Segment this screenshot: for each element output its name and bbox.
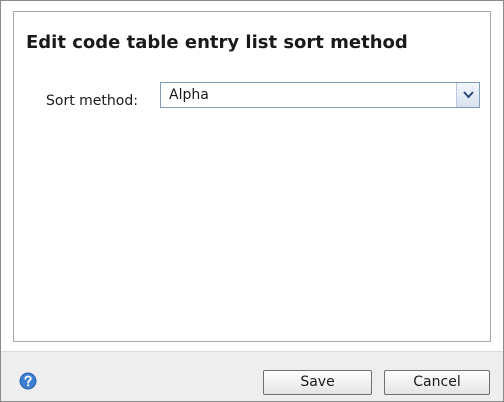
cancel-button[interactable]: Cancel xyxy=(384,370,490,395)
edit-sort-method-dialog: Edit code table entry list sort method S… xyxy=(0,0,504,402)
dialog-footer: Save Cancel xyxy=(1,351,503,401)
sort-method-selected-value: Alpha xyxy=(169,87,209,103)
dialog-title: Edit code table entry list sort method xyxy=(26,32,408,53)
sort-method-label: Sort method: xyxy=(46,93,138,109)
save-button[interactable]: Save xyxy=(263,370,372,395)
sort-method-select[interactable]: Alpha xyxy=(160,82,480,108)
dialog-content-panel: Edit code table entry list sort method S… xyxy=(13,11,491,342)
chevron-down-icon[interactable] xyxy=(456,83,479,107)
help-icon[interactable] xyxy=(19,372,37,390)
